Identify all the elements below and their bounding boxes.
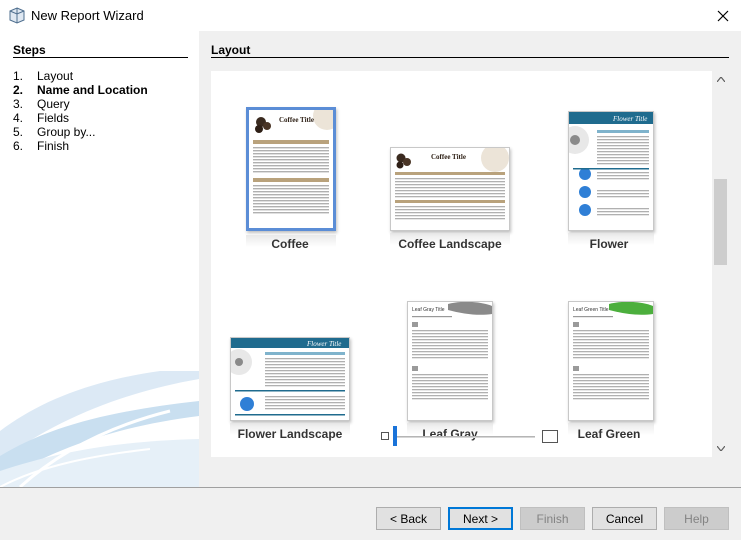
template-gallery: Coffee Title Coffee Coffee Title Coffee … xyxy=(211,71,729,457)
thumb-title: Flower Title xyxy=(612,115,647,123)
chevron-down-icon xyxy=(716,446,725,451)
step-label: Fields xyxy=(37,111,70,125)
leaf-gray-preview: Leaf Gray Title xyxy=(412,302,492,400)
cancel-button[interactable]: Cancel xyxy=(592,507,657,530)
step-number: 1. xyxy=(13,69,24,83)
steps-heading: Steps xyxy=(13,43,46,57)
layout-divider xyxy=(211,57,729,58)
step-item: 1. Layout xyxy=(13,69,148,83)
steps-pane: Steps 1. Layout 2. Name and Location 3. Que… xyxy=(0,31,199,487)
thumb-title: Leaf Gray Title xyxy=(412,307,445,313)
finish-button[interactable]: Finish xyxy=(520,507,585,530)
step-number: 5. xyxy=(13,125,24,139)
coffee-preview: Coffee Title xyxy=(253,110,333,214)
thumb-title: Coffee Title xyxy=(279,116,314,124)
template-leaf-gray[interactable]: Leaf Gray Title Leaf Gray xyxy=(375,297,525,447)
template-label: Flower Landscape xyxy=(237,427,343,441)
report-wizard-icon xyxy=(9,7,25,24)
zoom-in-icon xyxy=(542,430,558,443)
back-button[interactable]: < Back xyxy=(376,507,441,530)
step-label: Group by... xyxy=(37,125,96,139)
zoom-out-icon xyxy=(381,432,389,440)
template-label: Leaf Gray xyxy=(422,427,478,441)
template-flower-landscape[interactable]: Flower Title Flower Landscape xyxy=(215,297,365,447)
step-item: 4. Fields xyxy=(13,111,148,125)
zoom-slider-handle[interactable] xyxy=(393,426,397,446)
close-button[interactable] xyxy=(705,0,741,31)
scrollbar-thumb[interactable] xyxy=(714,179,727,265)
step-item: 6. Finish xyxy=(13,139,148,153)
help-button[interactable]: Help xyxy=(664,507,729,530)
scroll-up-button[interactable] xyxy=(712,71,729,88)
step-item: 5. Group by... xyxy=(13,125,148,139)
template-flower[interactable]: Flower Title Flower xyxy=(534,107,684,257)
template-label: Flower xyxy=(589,237,629,251)
flower-preview: Flower Title xyxy=(569,112,653,216)
step-number: 2. xyxy=(13,83,24,97)
coffee-landscape-preview: Coffee Title xyxy=(395,148,509,220)
step-label: Name and Location xyxy=(37,83,148,97)
flower-landscape-thumbnail: Flower Title xyxy=(230,337,350,421)
template-coffee-landscape[interactable]: Coffee Title Coffee Landscape xyxy=(375,107,525,257)
step-number: 3. xyxy=(13,97,24,111)
steps-divider xyxy=(13,57,188,58)
leaf-green-thumbnail: Leaf Green Title xyxy=(568,301,654,421)
decorative-swoosh xyxy=(0,371,199,487)
flower-landscape-preview: Flower Title xyxy=(231,338,349,416)
step-label: Query xyxy=(37,97,70,111)
step-item-current: 2. Name and Location xyxy=(13,83,148,97)
scroll-down-button[interactable] xyxy=(712,440,729,457)
template-leaf-green[interactable]: Leaf Green Title Leaf Green xyxy=(534,297,684,447)
zoom-slider-track[interactable] xyxy=(395,436,535,438)
template-label: Coffee xyxy=(271,237,309,251)
template-coffee[interactable]: Coffee Title Coffee xyxy=(215,107,365,257)
close-icon xyxy=(717,10,729,21)
step-item: 3. Query xyxy=(13,97,148,111)
step-number: 4. xyxy=(13,111,24,125)
thumb-title: Flower Title xyxy=(306,340,341,348)
step-label: Layout xyxy=(37,69,74,83)
button-bar: < Back Next > Finish Cancel Help xyxy=(0,487,741,540)
next-button[interactable]: Next > xyxy=(448,507,513,530)
step-number: 6. xyxy=(13,139,24,153)
step-label: Finish xyxy=(37,139,70,153)
leaf-gray-thumbnail: Leaf Gray Title xyxy=(407,301,493,421)
layout-pane: Layout Coffee Title Coffee Coffee Title … xyxy=(199,31,741,487)
leaf-green-preview: Leaf Green Title xyxy=(573,302,653,400)
title-bar: New Report Wizard xyxy=(0,0,741,31)
coffee-thumbnail: Coffee Title xyxy=(246,107,336,231)
coffee-landscape-thumbnail: Coffee Title xyxy=(390,147,510,231)
chevron-up-icon xyxy=(716,77,725,82)
flower-thumbnail: Flower Title xyxy=(568,111,654,231)
template-label: Coffee Landscape xyxy=(398,237,502,251)
steps-list: 1. Layout 2. Name and Location 3. Query 4. F… xyxy=(13,69,148,153)
window-title: New Report Wizard xyxy=(31,8,144,23)
gallery-scrollbar[interactable] xyxy=(712,71,729,457)
thumb-title: Coffee Title xyxy=(431,153,466,161)
layout-heading: Layout xyxy=(211,43,251,57)
thumb-title: Leaf Green Title xyxy=(573,307,609,313)
